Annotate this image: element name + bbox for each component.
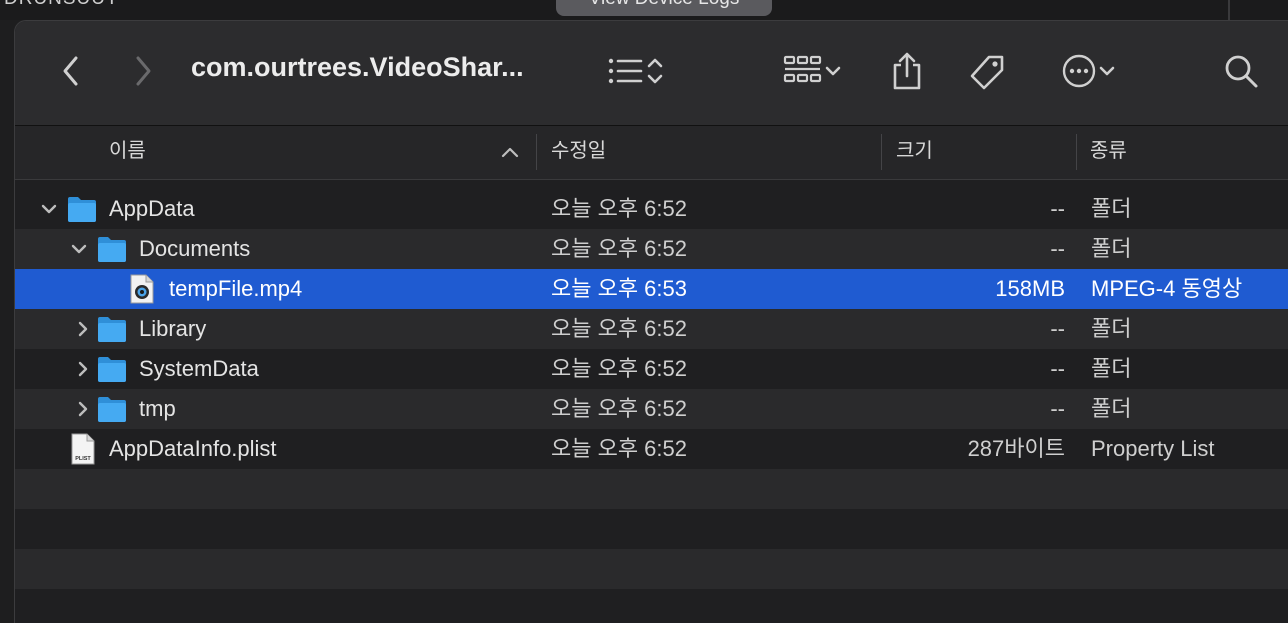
view-device-logs-button[interactable]: View Device Logs — [556, 0, 772, 16]
file-name: tempFile.mp4 — [169, 276, 303, 301]
folder-icon — [97, 395, 127, 428]
file-kind: Property List — [1091, 436, 1215, 461]
tag-icon — [970, 55, 1004, 90]
column-kind[interactable]: 종류 — [1090, 126, 1127, 179]
disclosure-triangle[interactable] — [39, 199, 59, 219]
file-size: -- — [1050, 196, 1065, 221]
finder-window: com.ourtrees.VideoShar... 이름 수정일 크기 종류 A… — [14, 20, 1288, 623]
list-item[interactable]: Documents 오늘 오후 6:52 -- 폴더 — [15, 229, 1288, 269]
chevron-right-icon — [136, 56, 151, 86]
file-size: -- — [1050, 236, 1065, 261]
empty-row — [15, 549, 1288, 589]
back-button[interactable] — [53, 51, 89, 91]
file-kind: 폴더 — [1091, 236, 1132, 261]
plist-file-icon: PLIST — [71, 433, 95, 470]
window-title: com.ourtrees.VideoShar... — [191, 52, 524, 82]
folder-icon — [97, 235, 127, 268]
search-icon — [1225, 55, 1258, 88]
share-icon — [893, 52, 921, 90]
column-divider[interactable] — [536, 134, 537, 170]
list-view-icon — [608, 58, 643, 84]
list-item[interactable]: Library 오늘 오후 6:52 -- 폴더 — [15, 309, 1288, 349]
file-size: -- — [1050, 356, 1065, 381]
video-file-icon — [129, 274, 155, 309]
file-name: AppData — [109, 196, 195, 221]
file-name: tmp — [139, 396, 176, 421]
plist-badge-text: PLIST — [75, 456, 91, 462]
disclosure-triangle[interactable] — [73, 399, 93, 419]
chevron-down-icon — [41, 204, 57, 214]
forward-button[interactable] — [125, 51, 161, 91]
share-button[interactable] — [885, 49, 929, 93]
icon-grid-icon — [783, 55, 822, 83]
column-divider[interactable] — [881, 134, 882, 170]
column-modified[interactable]: 수정일 — [551, 126, 606, 179]
disclosure-triangle[interactable] — [69, 239, 89, 259]
list-item[interactable]: tmp 오늘 오후 6:52 -- 폴더 — [15, 389, 1288, 429]
chevron-down-icon — [825, 66, 841, 76]
disclosure-triangle[interactable] — [73, 319, 93, 339]
column-divider[interactable] — [1076, 134, 1077, 170]
file-kind: MPEG-4 동영상 — [1091, 276, 1243, 301]
background-partial-text: DRUNSUUT — [4, 0, 119, 10]
background-divider — [1228, 0, 1230, 20]
list-view-button[interactable] — [595, 53, 675, 89]
chevron-left-icon — [63, 56, 78, 86]
group-view-button[interactable] — [773, 53, 853, 89]
column-name[interactable]: 이름 — [109, 126, 146, 179]
chevron-down-icon — [1099, 66, 1115, 76]
list-item[interactable]: AppData 오늘 오후 6:52 -- 폴더 — [15, 189, 1288, 229]
file-size: 287바이트 — [967, 436, 1065, 461]
file-name: AppDataInfo.plist — [109, 436, 277, 461]
empty-row — [15, 469, 1288, 509]
more-actions-button[interactable] — [1049, 51, 1129, 91]
sort-ascending-indicator[interactable] — [499, 142, 521, 162]
file-kind: 폴더 — [1091, 316, 1132, 341]
disclosure-triangle[interactable] — [73, 359, 93, 379]
file-size: 158MB — [995, 276, 1065, 301]
sort-arrows-icon — [647, 58, 663, 84]
file-name: Documents — [139, 236, 251, 261]
file-kind: 폴더 — [1091, 396, 1132, 421]
folder-icon — [97, 355, 127, 388]
search-button[interactable] — [1221, 51, 1261, 91]
column-header: 이름 수정일 크기 종류 — [15, 126, 1288, 180]
chevron-up-icon — [501, 147, 519, 158]
chevron-right-icon — [78, 361, 88, 377]
list-item-selected[interactable]: tempFile.mp4 오늘 오후 6:53 158MB MPEG-4 동영상 — [15, 269, 1288, 309]
chevron-right-icon — [78, 321, 88, 337]
tag-button[interactable] — [965, 51, 1009, 95]
empty-row — [15, 589, 1288, 623]
file-date: 오늘 오후 6:52 — [551, 196, 688, 221]
file-name: Library — [139, 316, 207, 341]
folder-icon — [97, 315, 127, 348]
toolbar: com.ourtrees.VideoShar... — [15, 21, 1288, 126]
file-kind: 폴더 — [1091, 356, 1132, 381]
more-icon — [1062, 54, 1096, 88]
file-size: -- — [1050, 316, 1065, 341]
file-kind: 폴더 — [1091, 196, 1132, 221]
background-strip: DRUNSUUT View Device Logs — [0, 0, 1288, 20]
list-item[interactable]: PLIST AppDataInfo.plist 오늘 오후 6:52 287바이… — [15, 429, 1288, 469]
file-date: 오늘 오후 6:52 — [551, 236, 688, 261]
folder-icon — [67, 195, 97, 228]
empty-row — [15, 509, 1288, 549]
file-date: 오늘 오후 6:52 — [551, 396, 688, 421]
file-date: 오늘 오후 6:52 — [551, 316, 688, 341]
file-date: 오늘 오후 6:52 — [551, 356, 688, 381]
file-name: SystemData — [139, 356, 259, 381]
column-size[interactable]: 크기 — [896, 126, 933, 179]
file-date: 오늘 오후 6:53 — [551, 276, 688, 301]
file-size: -- — [1050, 396, 1065, 421]
list-item[interactable]: SystemData 오늘 오후 6:52 -- 폴더 — [15, 349, 1288, 389]
chevron-down-icon — [71, 244, 87, 254]
chevron-right-icon — [78, 401, 88, 417]
file-date: 오늘 오후 6:52 — [551, 436, 688, 461]
